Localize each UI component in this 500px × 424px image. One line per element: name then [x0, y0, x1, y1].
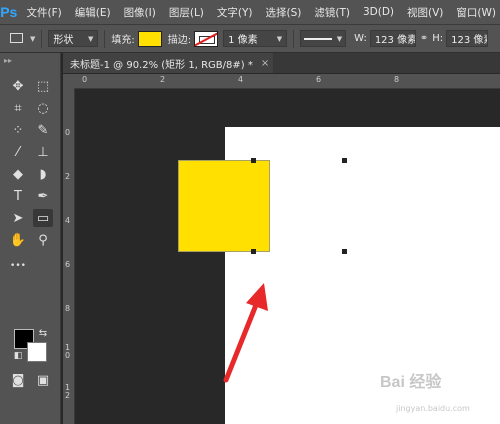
arrow-head-icon [246, 283, 268, 311]
baidu-jingyan-watermark-logo: Bai 经验 [380, 374, 442, 391]
arrow-shaft [223, 297, 261, 383]
watermark-url: jingyan.baidu.com [396, 404, 470, 413]
annotation-arrow [223, 283, 268, 383]
